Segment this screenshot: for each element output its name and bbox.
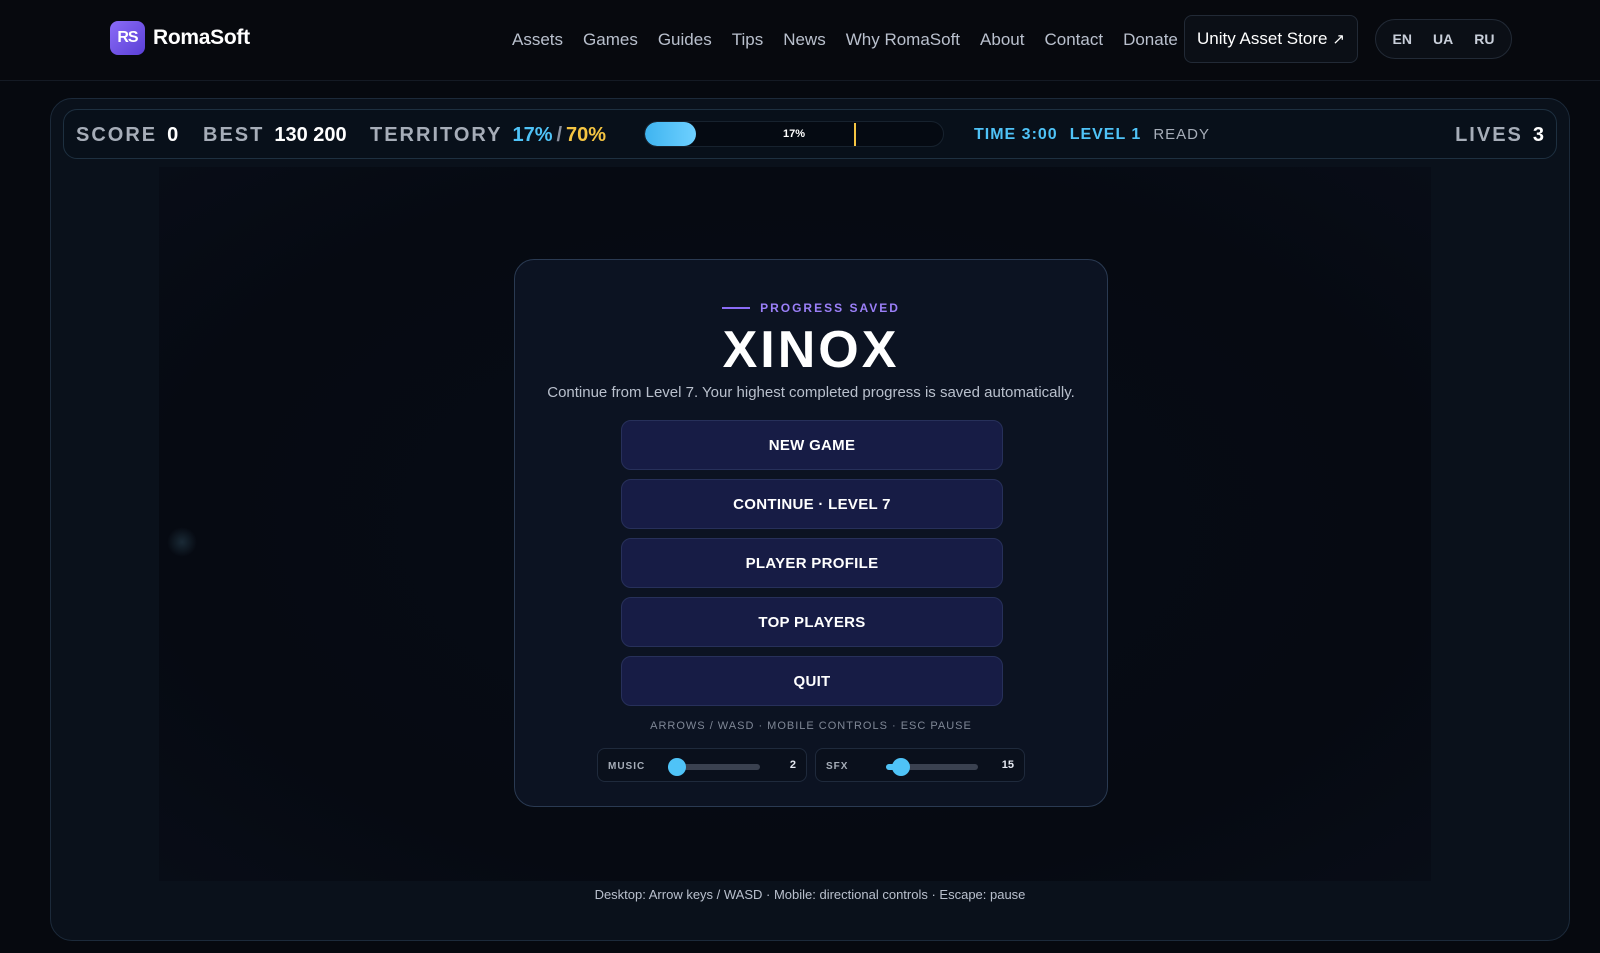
hud-territory: TERRITORY 17%/70% (370, 124, 606, 147)
music-slider[interactable] (668, 758, 760, 776)
hud-score: SCORE 0 (76, 124, 178, 147)
game-title: XINOX (722, 321, 900, 379)
territory-target: 70% (566, 124, 607, 146)
hud-time-level: TIME 3:00 LEVEL 1 READY (974, 126, 1210, 144)
score-value: 0 (167, 124, 179, 146)
territory-label: TERRITORY (370, 124, 503, 146)
territory-separator: / (556, 124, 563, 146)
nav-link-games[interactable]: Games (583, 30, 638, 50)
menu-controls-hint: ARROWS / WASD · MOBILE CONTROLS · ESC PA… (650, 720, 972, 732)
nav-link-contact[interactable]: Contact (1044, 30, 1103, 50)
top-players-button[interactable]: TOP PLAYERS (621, 597, 1003, 647)
menu-kicker: PROGRESS SAVED (515, 301, 1107, 315)
top-navbar: RS RomaSoft Assets Games Guides Tips New… (0, 0, 1600, 81)
nav-link-donate[interactable]: Donate (1123, 30, 1178, 50)
new-game-button[interactable]: NEW GAME (621, 420, 1003, 470)
menu-subtitle: Continue from Level 7. Your highest comp… (547, 384, 1075, 401)
brand-logo-icon: RS (110, 21, 145, 55)
controls-help-text: Desktop: Arrow keys / WASD · Mobile: dir… (594, 887, 1026, 902)
nav-link-why-romasoft[interactable]: Why RomaSoft (846, 30, 960, 50)
progress-saved-label: PROGRESS SAVED (760, 301, 900, 315)
asset-store-label: Unity Asset Store (1197, 29, 1328, 48)
continue-button[interactable]: CONTINUE · LEVEL 7 (621, 479, 1003, 529)
nav-link-guides[interactable]: Guides (658, 30, 712, 50)
sfx-volume-control: SFX 15 (815, 748, 1025, 782)
external-link-icon: ↗ (1332, 31, 1345, 48)
territory-values: 17%/70% (512, 124, 606, 147)
game-status: READY (1153, 126, 1210, 143)
lives-label: LIVES (1455, 124, 1523, 146)
player-profile-button[interactable]: PLAYER PROFILE (621, 538, 1003, 588)
time-value: TIME 3:00 (974, 126, 1058, 143)
music-value: 2 (789, 759, 796, 771)
game-hud: SCORE 0 BEST 130 200 TERRITORY 17%/70% 1… (63, 109, 1557, 159)
player-glow (167, 527, 197, 557)
kicker-line (722, 307, 751, 309)
score-label: SCORE (76, 124, 158, 146)
sfx-label: SFX (826, 761, 849, 772)
territory-current: 17% (512, 124, 553, 146)
main-menu-modal: PROGRESS SAVED XINOX Continue from Level… (514, 259, 1108, 807)
lang-ru-button[interactable]: RU (1474, 31, 1494, 47)
territory-progress-text: 17% (782, 128, 806, 140)
brand[interactable]: RS RomaSoft (110, 21, 250, 55)
hud-lives: LIVES 3 (1455, 124, 1544, 147)
music-label: MUSIC (608, 761, 646, 772)
unity-asset-store-button[interactable]: Unity Asset Store ↗ (1184, 15, 1358, 63)
nav-link-assets[interactable]: Assets (512, 30, 563, 50)
best-label: BEST (203, 124, 265, 146)
lives-value: 3 (1532, 124, 1544, 146)
best-value: 130 200 (274, 124, 347, 146)
language-switcher: EN UA RU (1375, 19, 1512, 59)
sfx-value: 15 (1001, 759, 1014, 771)
nav-links: Assets Games Guides Tips News Why RomaSo… (512, 27, 1198, 53)
hud-best: BEST 130 200 (203, 124, 347, 147)
territory-progress-bar: 17% (644, 121, 944, 147)
lang-ua-button[interactable]: UA (1433, 31, 1453, 47)
sfx-slider-thumb[interactable] (891, 758, 910, 776)
brand-name: RomaSoft (153, 26, 250, 49)
quit-button[interactable]: QUIT (621, 656, 1003, 706)
level-value: LEVEL 1 (1069, 126, 1142, 143)
sfx-slider[interactable] (886, 758, 978, 776)
nav-link-news[interactable]: News (783, 30, 826, 50)
music-volume-control: MUSIC 2 (597, 748, 807, 782)
nav-link-tips[interactable]: Tips (732, 30, 764, 50)
lang-en-button[interactable]: EN (1393, 31, 1412, 47)
nav-link-about[interactable]: About (980, 30, 1024, 50)
music-slider-thumb[interactable] (668, 758, 687, 776)
